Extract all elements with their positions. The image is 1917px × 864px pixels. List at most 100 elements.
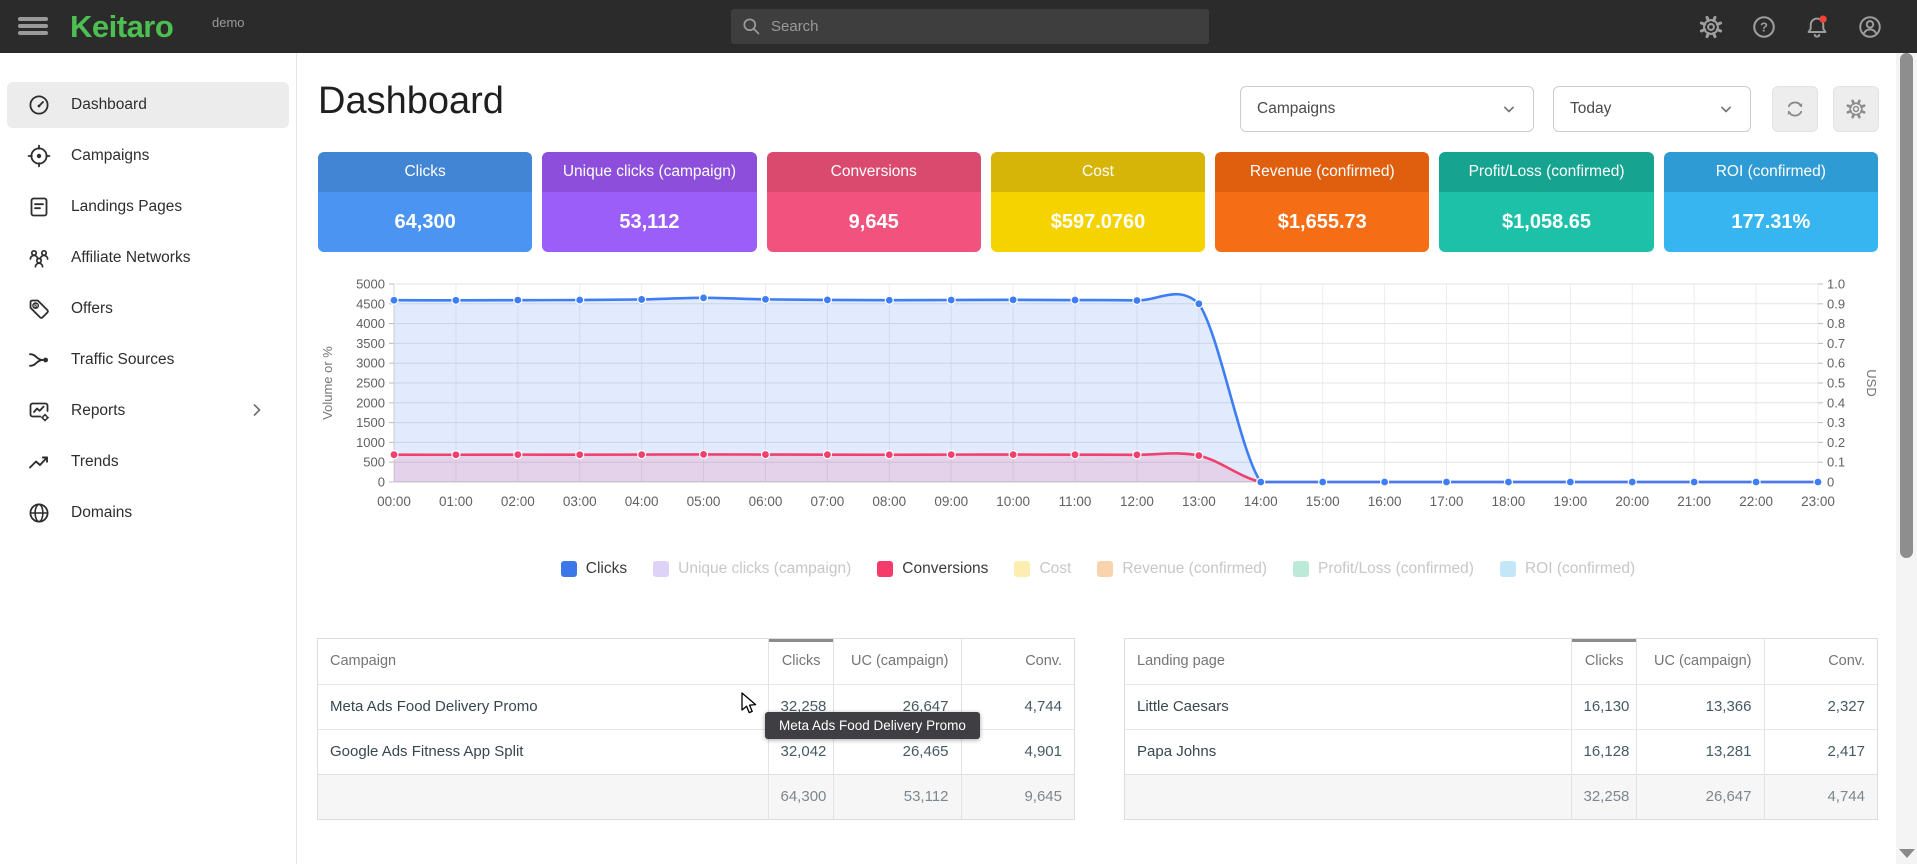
scrollbar-thumb[interactable] <box>1900 53 1913 558</box>
metric-card-value: $597.0760 <box>991 192 1205 252</box>
sidebar-item-offers[interactable]: $ Offers <box>7 286 289 332</box>
svg-text:0.4: 0.4 <box>1827 395 1845 410</box>
target-icon <box>27 144 51 168</box>
svg-text:5000: 5000 <box>356 277 385 292</box>
column-header-campaign[interactable]: Campaign <box>318 639 768 684</box>
legend-item-cost[interactable]: Cost <box>1014 560 1071 578</box>
scroll-down-arrow-icon[interactable] <box>1899 849 1915 858</box>
column-header-conv-[interactable]: Conv. <box>961 639 1074 684</box>
svg-text:21:00: 21:00 <box>1677 494 1711 509</box>
svg-text:19:00: 19:00 <box>1553 494 1587 509</box>
legend-item-profit-loss-confirmed-[interactable]: Profit/Loss (confirmed) <box>1293 560 1474 578</box>
landing-page-name-cell[interactable]: Papa Johns <box>1125 729 1571 774</box>
legend-item-revenue-confirmed-[interactable]: Revenue (confirmed) <box>1097 560 1267 578</box>
legend-swatch <box>1097 561 1113 577</box>
trend-icon <box>27 450 51 474</box>
sidebar-item-trends[interactable]: Trends <box>7 439 289 485</box>
sidebar-item-domains[interactable]: Domains <box>7 490 289 536</box>
tag-icon: $ <box>27 297 51 321</box>
menu-toggle-icon[interactable] <box>18 14 50 40</box>
svg-text:0.8: 0.8 <box>1827 316 1845 331</box>
column-header-clicks[interactable]: Clicks <box>768 639 833 684</box>
landing-pages-table: Landing pageClicksUC (campaign)Conv.Litt… <box>1124 638 1878 820</box>
campaign-name-cell[interactable]: Meta Ads Food Delivery Promo <box>318 684 768 729</box>
chevron-right-icon <box>247 400 267 420</box>
legend-swatch <box>1293 561 1309 577</box>
legend-label: Unique clicks (campaign) <box>678 560 851 578</box>
help-icon[interactable]: ? <box>1751 14 1777 40</box>
sidebar-item-affiliate-networks[interactable]: Affiliate Networks <box>7 235 289 281</box>
svg-text:0: 0 <box>1827 475 1834 490</box>
metric-card-unique-clicks-campaign-: Unique clicks (campaign)53,112 <box>542 152 756 252</box>
svg-text:500: 500 <box>363 455 385 470</box>
svg-text:07:00: 07:00 <box>810 494 844 509</box>
value-cell: 2,327 <box>1764 684 1877 729</box>
legend-swatch <box>1500 561 1516 577</box>
metric-card-label: Unique clicks (campaign) <box>542 152 756 192</box>
svg-text:3000: 3000 <box>356 356 385 371</box>
total-cell: 4,744 <box>1764 774 1877 819</box>
refresh-button[interactable] <box>1772 86 1818 132</box>
date-range-value: Today <box>1570 100 1611 118</box>
sidebar-item-traffic-sources[interactable]: Traffic Sources <box>7 337 289 383</box>
page-scrollbar <box>1896 53 1917 864</box>
total-cell <box>318 774 768 819</box>
column-header-clicks[interactable]: Clicks <box>1571 639 1636 684</box>
landing-page-row[interactable]: Little Caesars16,13013,3662,327 <box>1125 684 1877 729</box>
chart-legend: Clicks Unique clicks (campaign) Conversion… <box>318 552 1878 586</box>
legend-label: Cost <box>1039 560 1071 578</box>
legend-item-clicks[interactable]: Clicks <box>561 560 627 578</box>
search-input[interactable] <box>771 9 1201 44</box>
sidebar: Dashboard Campaigns Landings Pages Affiliat… <box>0 53 297 864</box>
group-select[interactable]: Campaigns <box>1240 86 1534 132</box>
refresh-icon <box>1783 97 1807 121</box>
account-icon[interactable] <box>1857 14 1883 40</box>
sidebar-item-campaigns[interactable]: Campaigns <box>7 133 289 179</box>
svg-text:20:00: 20:00 <box>1615 494 1649 509</box>
metric-card-clicks: Clicks64,300 <box>318 152 532 252</box>
metric-card-value: 177.31% <box>1664 192 1878 252</box>
campaign-name-cell[interactable]: Google Ads Fitness App Split <box>318 729 768 774</box>
column-header-uc-campaign-[interactable]: UC (campaign) <box>1636 639 1764 684</box>
total-cell: 9,645 <box>961 774 1074 819</box>
metric-card-value: $1,058.65 <box>1439 192 1653 252</box>
column-header-conv-[interactable]: Conv. <box>1764 639 1877 684</box>
dashboard-icon <box>27 93 51 117</box>
legend-item-roi-confirmed-[interactable]: ROI (confirmed) <box>1500 560 1635 578</box>
svg-text:0.7: 0.7 <box>1827 336 1845 351</box>
group-select-value: Campaigns <box>1257 100 1335 118</box>
svg-text:08:00: 08:00 <box>872 494 906 509</box>
value-cell: 13,281 <box>1636 729 1764 774</box>
total-cell: 32,258 <box>1571 774 1636 819</box>
bell-icon[interactable] <box>1804 14 1830 40</box>
column-header-landing-page[interactable]: Landing page <box>1125 639 1571 684</box>
legend-swatch <box>877 561 893 577</box>
sidebar-item-label: Offers <box>71 300 113 318</box>
column-header-uc-campaign-[interactable]: UC (campaign) <box>833 639 961 684</box>
dashboard-settings-button[interactable] <box>1833 86 1879 132</box>
total-cell: 26,647 <box>1636 774 1764 819</box>
table-header-row: Landing pageClicksUC (campaign)Conv. <box>1125 639 1877 684</box>
gear-icon[interactable] <box>1698 14 1724 40</box>
landing-page-name-cell[interactable]: Little Caesars <box>1125 684 1571 729</box>
brand-suffix: demo <box>212 15 245 30</box>
metric-card-roi-confirmed-: ROI (confirmed)177.31% <box>1664 152 1878 252</box>
svg-text:16:00: 16:00 <box>1368 494 1402 509</box>
legend-swatch <box>561 561 577 577</box>
sidebar-item-landings-pages[interactable]: Landings Pages <box>7 184 289 230</box>
people-icon <box>27 246 51 270</box>
sidebar-item-dashboard[interactable]: Dashboard <box>7 82 289 128</box>
sidebar-item-reports[interactable]: Reports <box>7 388 289 434</box>
value-cell: 13,366 <box>1636 684 1764 729</box>
svg-text:22:00: 22:00 <box>1739 494 1773 509</box>
date-range-select[interactable]: Today <box>1553 86 1751 132</box>
dashboard-chart: 0500100015002000250030003500400045005000… <box>318 272 1878 534</box>
legend-item-conversions[interactable]: Conversions <box>877 560 988 578</box>
svg-text:?: ? <box>1760 19 1768 34</box>
metric-card-value: $1,655.73 <box>1215 192 1429 252</box>
value-cell: 16,130 <box>1571 684 1636 729</box>
landing-page-row[interactable]: Papa Johns16,12813,2812,417 <box>1125 729 1877 774</box>
metric-card-value: 53,112 <box>542 192 756 252</box>
legend-item-unique-clicks-campaign-[interactable]: Unique clicks (campaign) <box>653 560 851 578</box>
metric-card-label: Revenue (confirmed) <box>1215 152 1429 192</box>
